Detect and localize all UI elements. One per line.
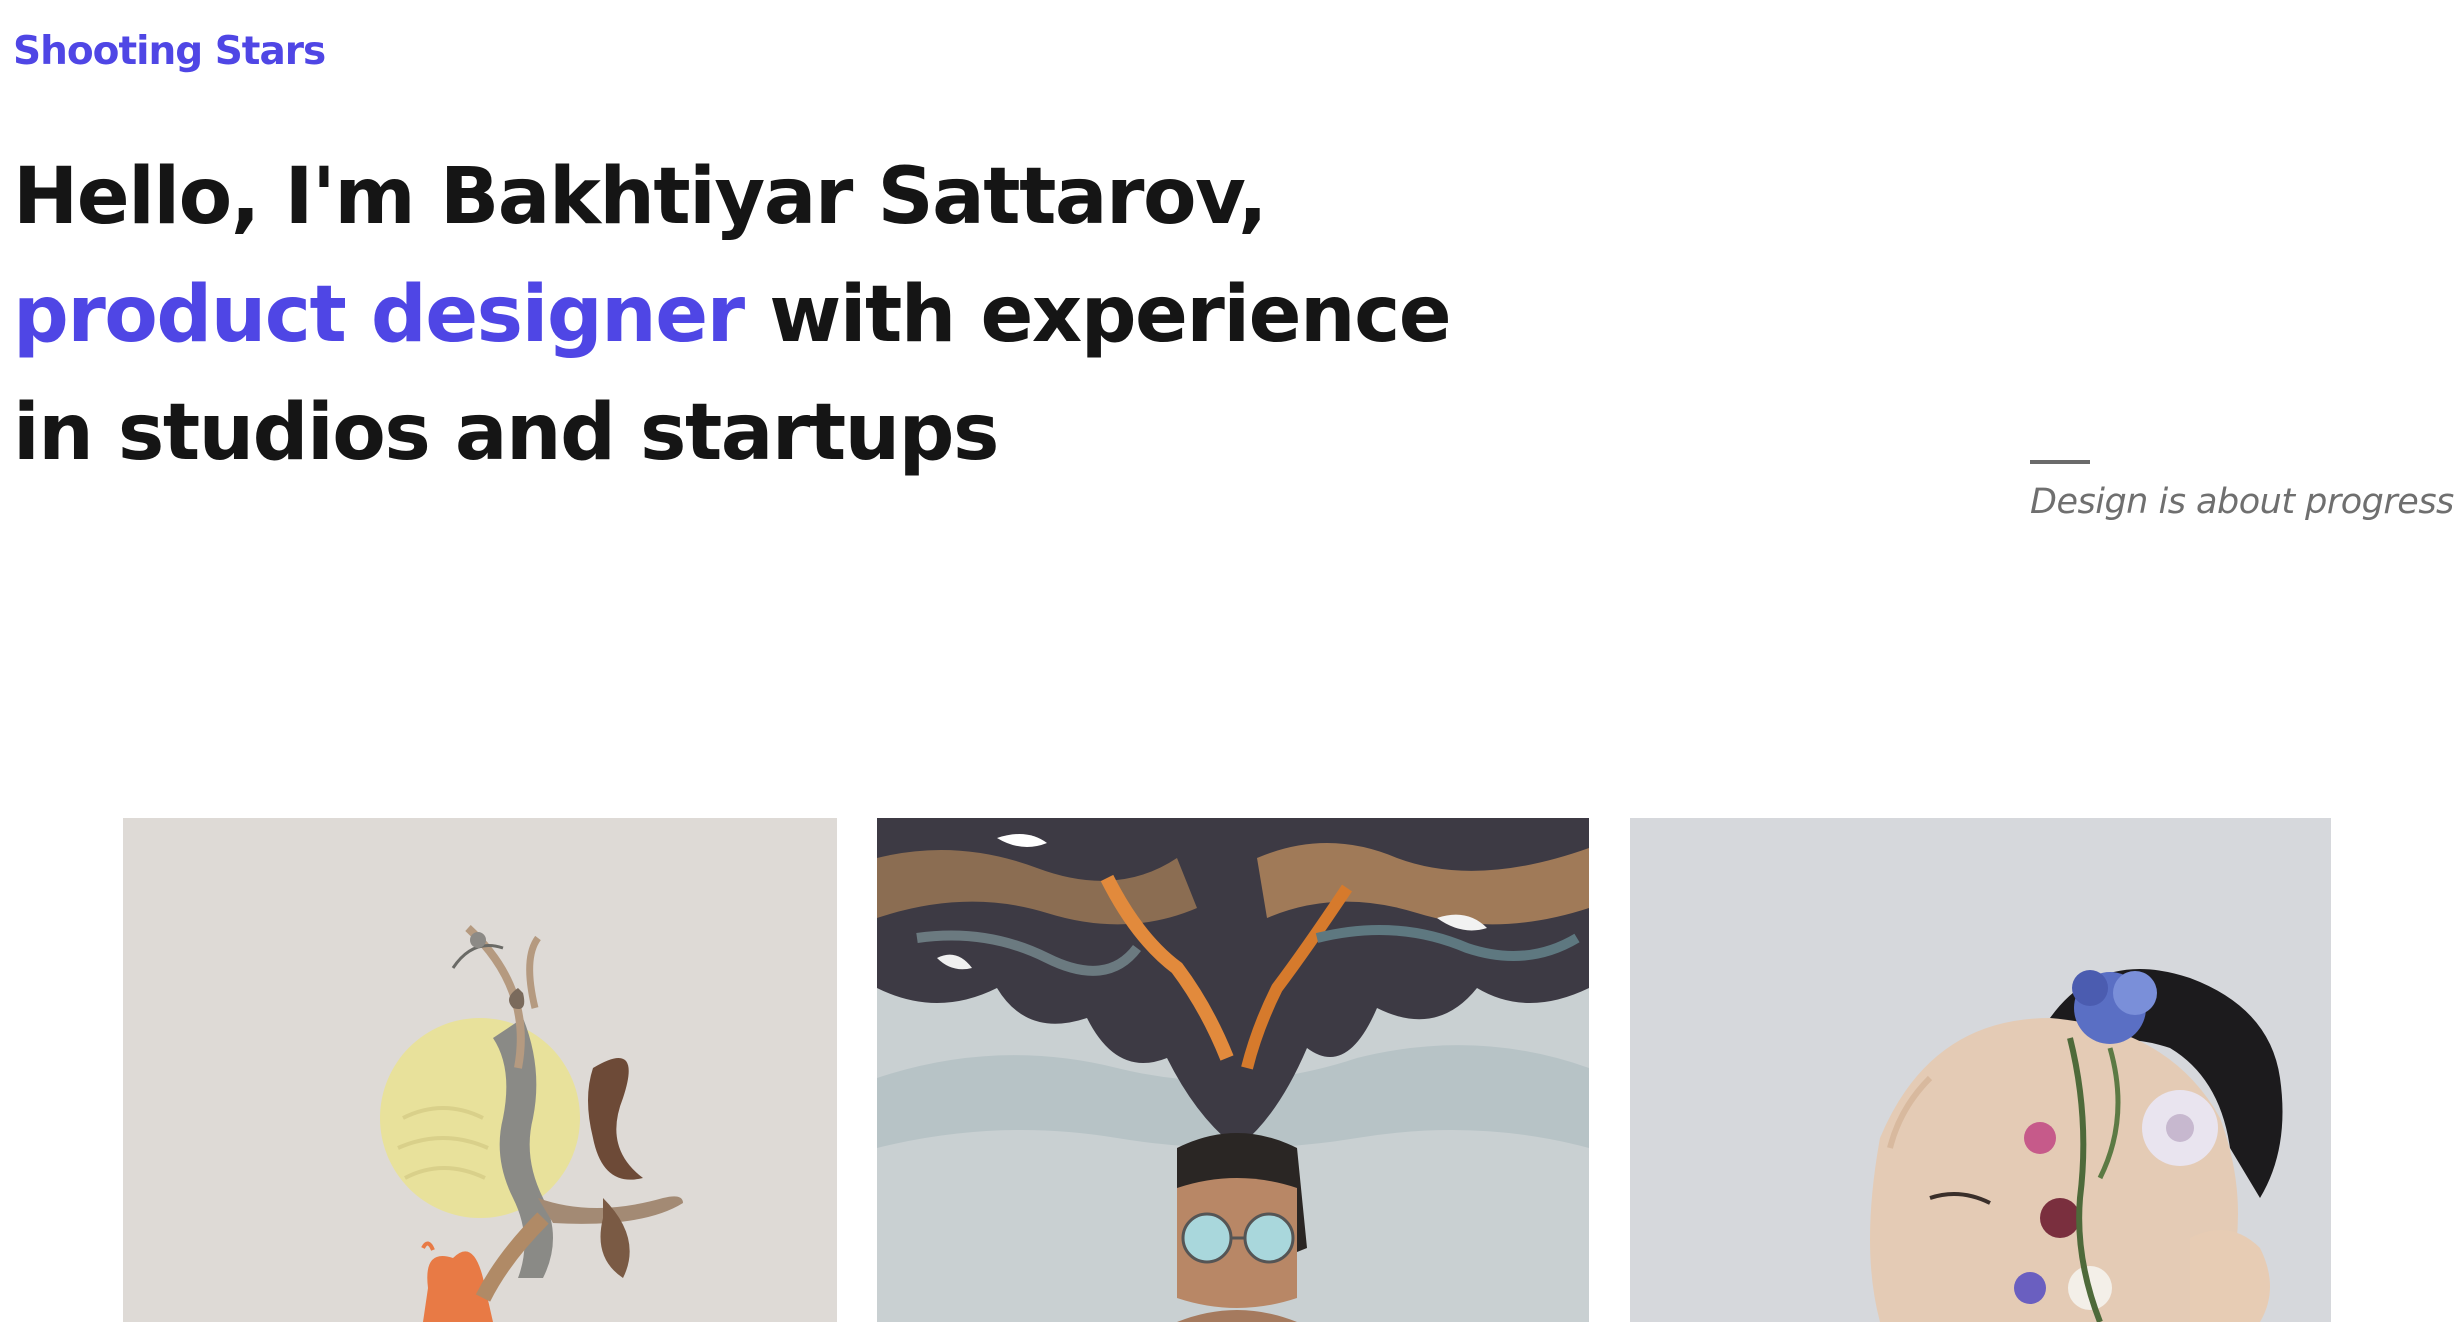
- tagline: Design is about progress: [2030, 460, 2454, 522]
- hero-line-1: Hello, I'm Bakhtiyar Sattarov,: [13, 152, 1268, 242]
- hero-accent-text: product designer: [13, 270, 745, 360]
- hero-line-2: product designer with experience: [13, 256, 1452, 374]
- brand-logo-link[interactable]: Shooting Stars: [13, 26, 326, 78]
- portfolio-card-2[interactable]: [877, 818, 1589, 1322]
- flowers-face-portrait-image: [1630, 818, 2331, 1322]
- tagline-divider: [2030, 460, 2090, 464]
- dancer-collage-image: [123, 818, 837, 1322]
- surreal-smoke-portrait-image: [877, 818, 1589, 1322]
- hero-line-2-rest: with experience: [743, 270, 1451, 360]
- hero-line-3: in studios and startups: [13, 388, 999, 478]
- hero-heading: Hello, I'm Bakhtiyar Sattarov, product d…: [13, 138, 1452, 492]
- page: Shooting Stars Hello, I'm Bakhtiyar Satt…: [0, 0, 2458, 1322]
- portfolio-card-3[interactable]: [1630, 818, 2331, 1322]
- tagline-text: Design is about progress: [2030, 482, 2454, 522]
- portfolio-card-1[interactable]: [123, 818, 837, 1322]
